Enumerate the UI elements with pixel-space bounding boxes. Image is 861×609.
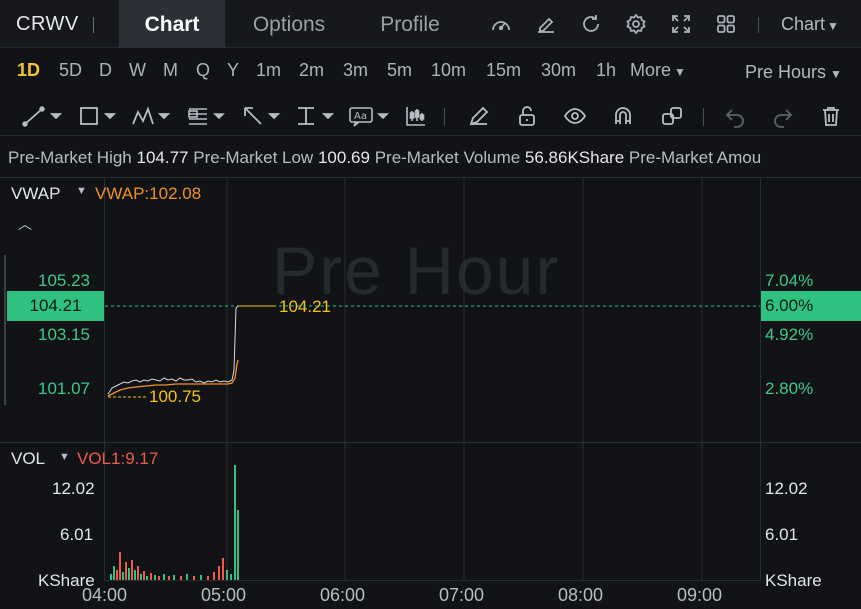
price-chart-canvas <box>105 178 760 580</box>
vertical-grid <box>226 178 703 580</box>
price-line <box>107 305 239 395</box>
vwap-line <box>107 359 239 397</box>
volume-bars <box>110 465 239 580</box>
